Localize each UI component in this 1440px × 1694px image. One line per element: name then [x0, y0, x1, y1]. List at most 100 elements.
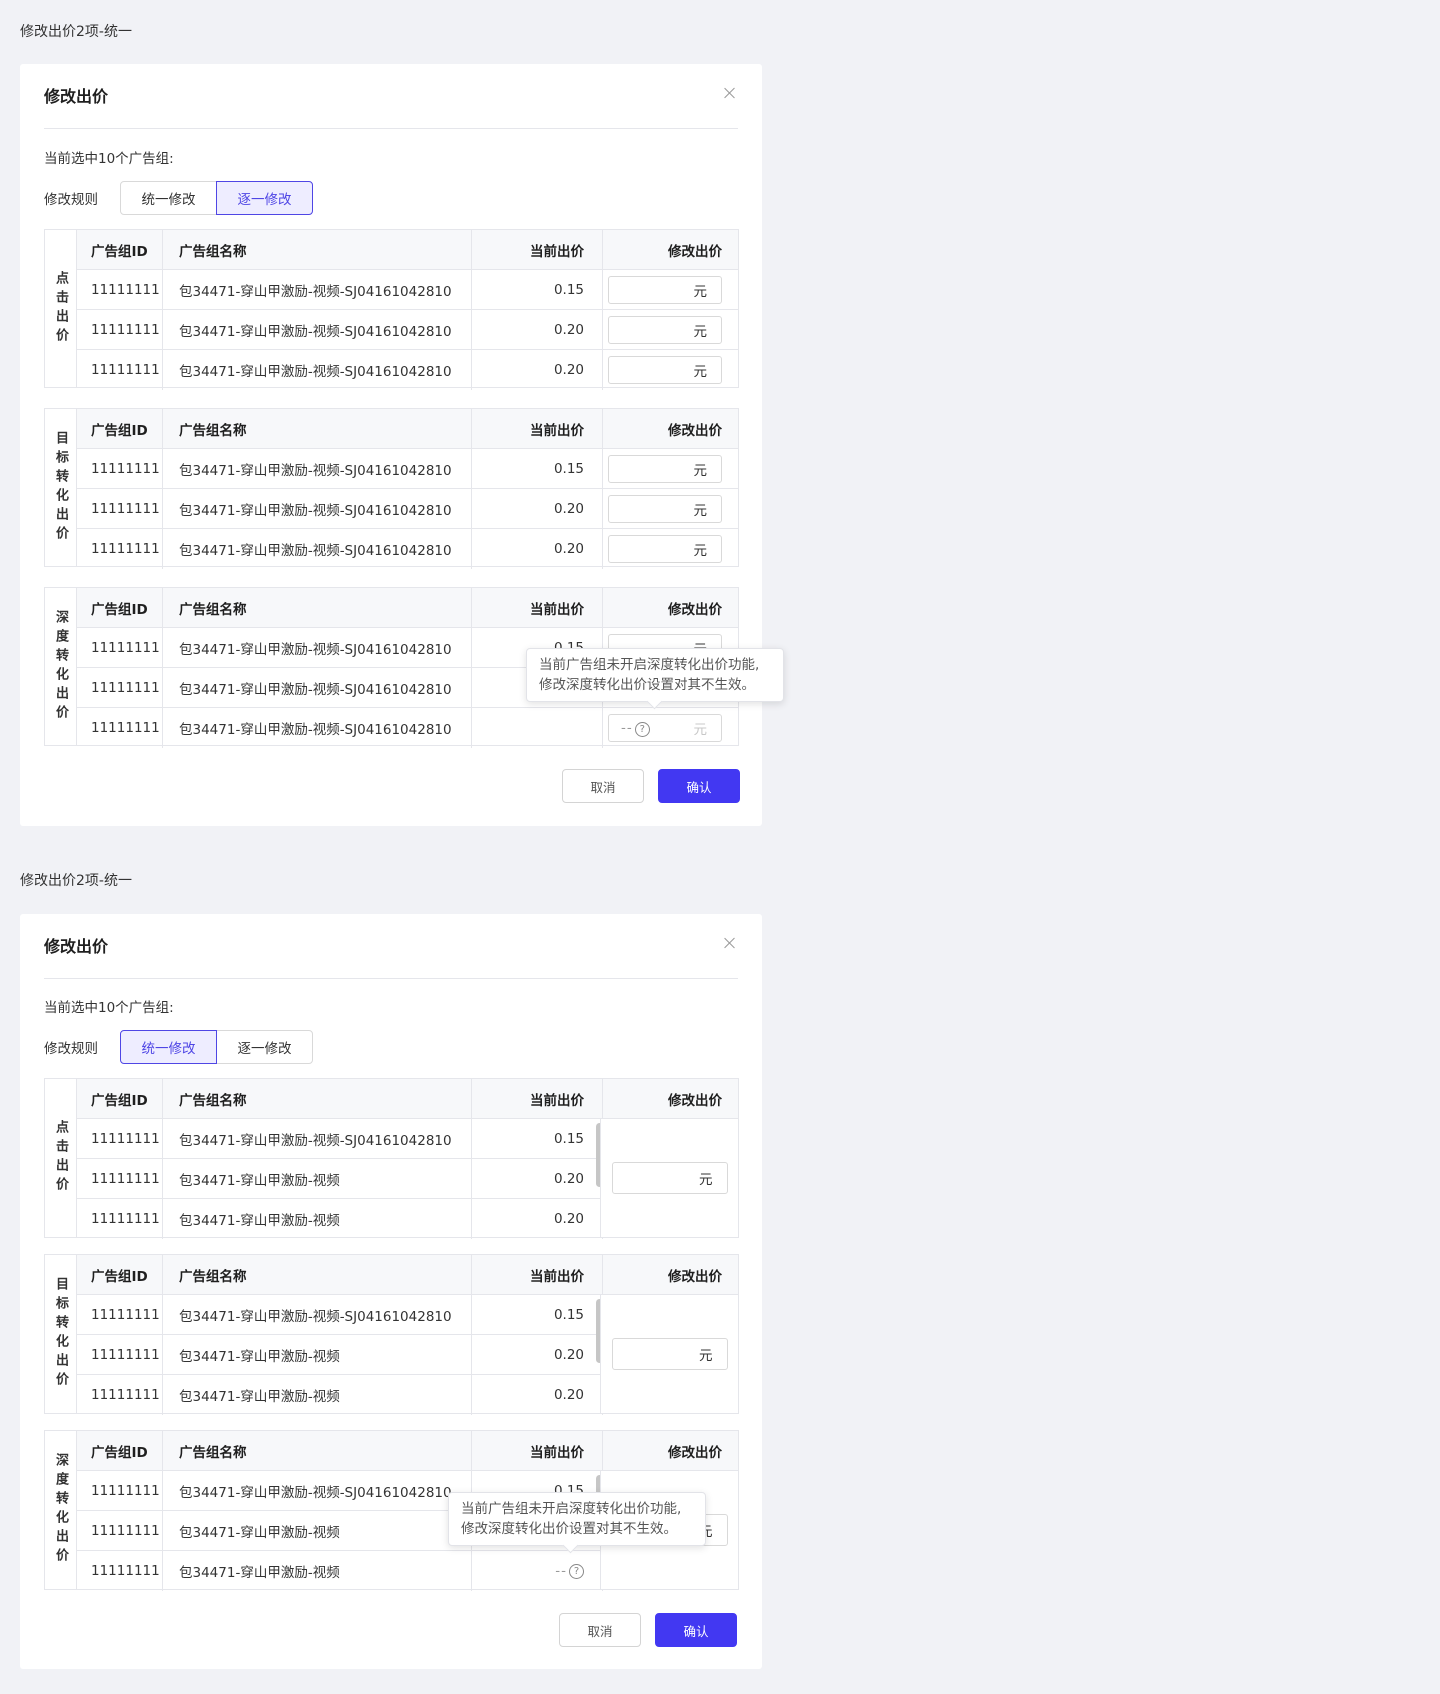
- tooltip: 当前广告组未开启深度转化出价功能, 修改深度转化出价设置对其不生效。: [448, 1492, 706, 1546]
- help-icon[interactable]: ?: [569, 1563, 584, 1579]
- row-price: 0.20: [472, 310, 603, 349]
- row-price: -- ?: [472, 1551, 603, 1591]
- col-edit-header: 修改出价: [668, 243, 722, 260]
- rule-option-individual[interactable]: 逐一修改: [216, 181, 313, 215]
- group-title: 目标转化出价: [45, 409, 77, 566]
- row-price: 0.20: [472, 1199, 603, 1239]
- uniform-edit-cell: 元: [600, 1295, 738, 1413]
- bid-input[interactable]: 元: [608, 535, 722, 563]
- selected-info: 当前选中10个广告组:: [44, 1000, 174, 1016]
- rule-option-uniform[interactable]: 统一修改: [120, 1030, 217, 1064]
- bid-group-target-conversion: 目标转化出价 广告组ID 广告组名称 当前出价 修改出价 11111111 包3…: [44, 408, 739, 569]
- row-id: 11111111: [77, 270, 163, 309]
- col-price-header: 当前出价: [472, 1079, 603, 1118]
- tooltip-line: 当前广告组未开启深度转化出价功能,: [461, 1501, 682, 1517]
- row-id: 11111111: [77, 1375, 163, 1415]
- row-name: 包34471-穿山甲激励-视频-SJ04161042810: [163, 449, 472, 488]
- table-header: 广告组ID 广告组名称 当前出价 修改出价: [77, 230, 738, 270]
- bid-input[interactable]: 元: [611, 1162, 728, 1194]
- row-name: 包34471-穿山甲激励-视频-SJ04161042810: [163, 668, 472, 707]
- row-edit: 元: [603, 529, 738, 569]
- cancel-button[interactable]: 取消: [562, 769, 644, 803]
- col-id-header: 广告组ID: [77, 1255, 163, 1294]
- edit-bid-dialog: 修改出价 当前选中10个广告组: 修改规则 统一修改 逐一修改 点击出价 广告组…: [20, 64, 784, 826]
- col-id-header: 广告组ID: [77, 1431, 163, 1470]
- rule-option-uniform[interactable]: 统一修改: [120, 181, 217, 215]
- col-id-header: 广告组ID: [77, 1079, 163, 1118]
- row-price: 0.15: [472, 270, 603, 309]
- dash-placeholder: --: [555, 1563, 567, 1579]
- row-id: 11111111: [77, 708, 163, 748]
- confirm-button[interactable]: 确认: [655, 1613, 737, 1647]
- row-id: 11111111: [77, 1199, 163, 1239]
- col-name-header: 广告组名称: [163, 230, 472, 269]
- bid-input[interactable]: 元: [611, 1338, 728, 1370]
- confirm-button[interactable]: 确认: [658, 769, 740, 803]
- rule-label: 修改规则: [44, 1041, 98, 1057]
- section-label: 修改出价2项-统一: [20, 873, 132, 889]
- unit-label: 元: [693, 722, 708, 738]
- row-id: 11111111: [77, 1471, 163, 1510]
- bid-input[interactable]: 元: [608, 356, 722, 384]
- bid-input[interactable]: 元: [608, 275, 722, 304]
- row-name: 包34471-穿山甲激励-视频-SJ04161042810: [163, 1119, 472, 1158]
- col-price-header: 当前出价: [472, 1255, 603, 1294]
- row-id: 11111111: [77, 350, 163, 390]
- col-edit-header: 修改出价: [668, 601, 722, 618]
- row-price: [472, 708, 603, 748]
- tooltip-line: 修改深度转化出价设置对其不生效。: [461, 1521, 677, 1537]
- col-id-header: 广告组ID: [77, 588, 163, 627]
- col-edit-header: 修改出价: [668, 422, 722, 439]
- row-name: 包34471-穿山甲激励-视频: [163, 1375, 472, 1415]
- col-id-header: 广告组ID: [77, 409, 163, 448]
- uniform-edit-cell: 元: [600, 1119, 738, 1237]
- row-edit: 元: [603, 310, 738, 349]
- row-name: 包34471-穿山甲激励-视频: [163, 1511, 472, 1550]
- table-header: 广告组ID 广告组名称 当前出价 修改出价: [77, 1431, 738, 1471]
- row-id: 11111111: [77, 449, 163, 488]
- row-name: 包34471-穿山甲激励-视频: [163, 1551, 472, 1591]
- row-price: 0.20: [472, 350, 603, 390]
- col-name-header: 广告组名称: [163, 1255, 472, 1294]
- row-name: 包34471-穿山甲激励-视频: [163, 1159, 472, 1198]
- table-row: 11111111 包34471-穿山甲激励-视频-SJ04161042810 0…: [77, 350, 738, 390]
- col-price-header: 当前出价: [472, 230, 603, 269]
- bid-group-target-conversion: 目标转化出价 广告组ID 广告组名称 当前出价 修改出价 11111111 包3…: [44, 1254, 739, 1415]
- row-price: 0.20: [472, 1159, 603, 1198]
- dash-placeholder: --?: [621, 720, 650, 737]
- row-id: 11111111: [77, 1335, 163, 1374]
- row-price: 0.20: [472, 489, 603, 528]
- selected-info: 当前选中10个广告组:: [44, 151, 174, 167]
- row-id: 11111111: [77, 1551, 163, 1591]
- row-name: 包34471-穿山甲激励-视频-SJ04161042810: [163, 708, 472, 748]
- row-name: 包34471-穿山甲激励-视频-SJ04161042810: [163, 1471, 472, 1510]
- table-row: 11111111 包34471-穿山甲激励-视频-SJ04161042810 -…: [77, 708, 738, 748]
- row-price: 0.15: [472, 1295, 603, 1334]
- bid-input[interactable]: 元: [608, 315, 722, 344]
- row-name: 包34471-穿山甲激励-视频-SJ04161042810: [163, 270, 472, 309]
- bid-group-click: 点击出价 广告组ID 广告组名称 当前出价 修改出价 11111111 包344…: [44, 1078, 739, 1239]
- row-name: 包34471-穿山甲激励-视频-SJ04161042810: [163, 529, 472, 569]
- cancel-button[interactable]: 取消: [559, 1613, 641, 1647]
- help-icon[interactable]: ?: [634, 721, 650, 737]
- close-icon[interactable]: [722, 935, 738, 951]
- close-icon[interactable]: [722, 85, 738, 101]
- rule-option-individual[interactable]: 逐一修改: [216, 1030, 313, 1064]
- rule-segmented-control: 统一修改 逐一修改: [120, 1030, 313, 1064]
- row-id: 11111111: [77, 1119, 163, 1158]
- bid-input-disabled: --? 元: [608, 714, 722, 742]
- table-row: 11111111 包34471-穿山甲激励-视频-SJ04161042810 0…: [77, 270, 738, 310]
- row-price: 0.20: [472, 529, 603, 569]
- rule-row: 修改规则 统一修改 逐一修改: [44, 1030, 313, 1064]
- rule-segmented-control: 统一修改 逐一修改: [120, 181, 313, 215]
- row-edit: 元: [603, 449, 738, 488]
- group-title: 深度转化出价: [45, 588, 77, 745]
- row-edit: 元: [603, 489, 738, 528]
- table-row: 11111111 包34471-穿山甲激励-视频-SJ04161042810 0…: [77, 449, 738, 489]
- group-title: 深度转化出价: [45, 1431, 77, 1589]
- col-price-header: 当前出价: [472, 588, 603, 627]
- modal-header: 修改出价: [44, 933, 738, 979]
- bid-input[interactable]: 元: [608, 494, 722, 523]
- bid-input[interactable]: 元: [608, 454, 722, 483]
- row-edit: 元: [603, 270, 738, 309]
